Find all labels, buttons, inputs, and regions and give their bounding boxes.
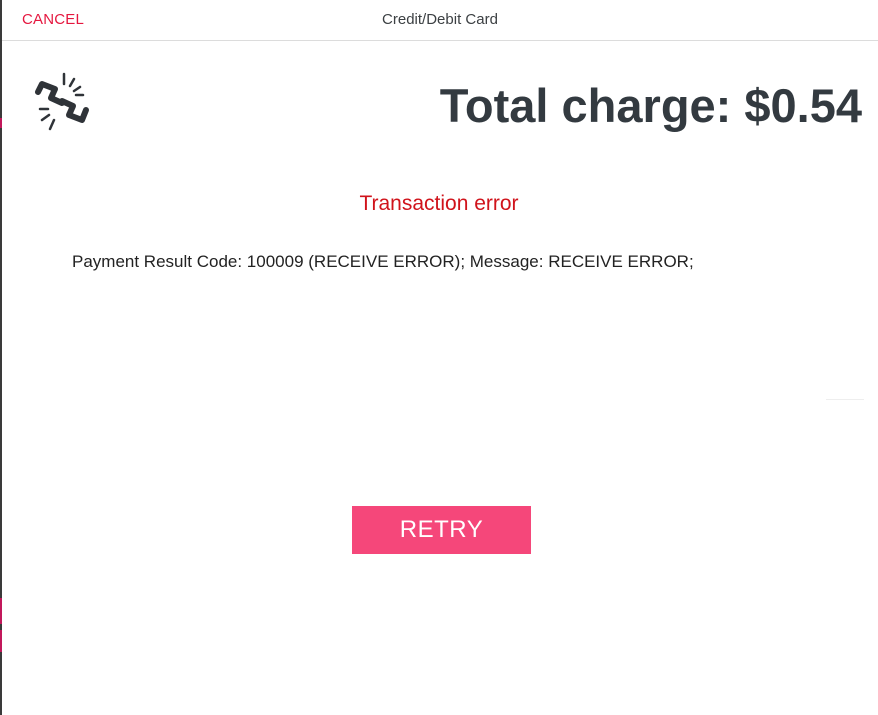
divider <box>826 399 864 400</box>
error-message: Payment Result Code: 100009 (RECEIVE ERR… <box>72 252 694 271</box>
window-left-edge <box>0 0 2 715</box>
edge-mark <box>0 598 2 624</box>
error-title: Transaction error <box>359 192 519 215</box>
edge-mark <box>0 118 2 128</box>
total-charge: Total charge: $0.54 <box>439 79 862 132</box>
retry-button[interactable]: RETRY <box>352 506 531 554</box>
broken-link-icon <box>35 72 89 131</box>
edge-mark <box>0 630 2 652</box>
top-bar: CANCEL Credit/Debit Card <box>2 0 878 41</box>
page-title: Credit/Debit Card <box>382 11 498 28</box>
